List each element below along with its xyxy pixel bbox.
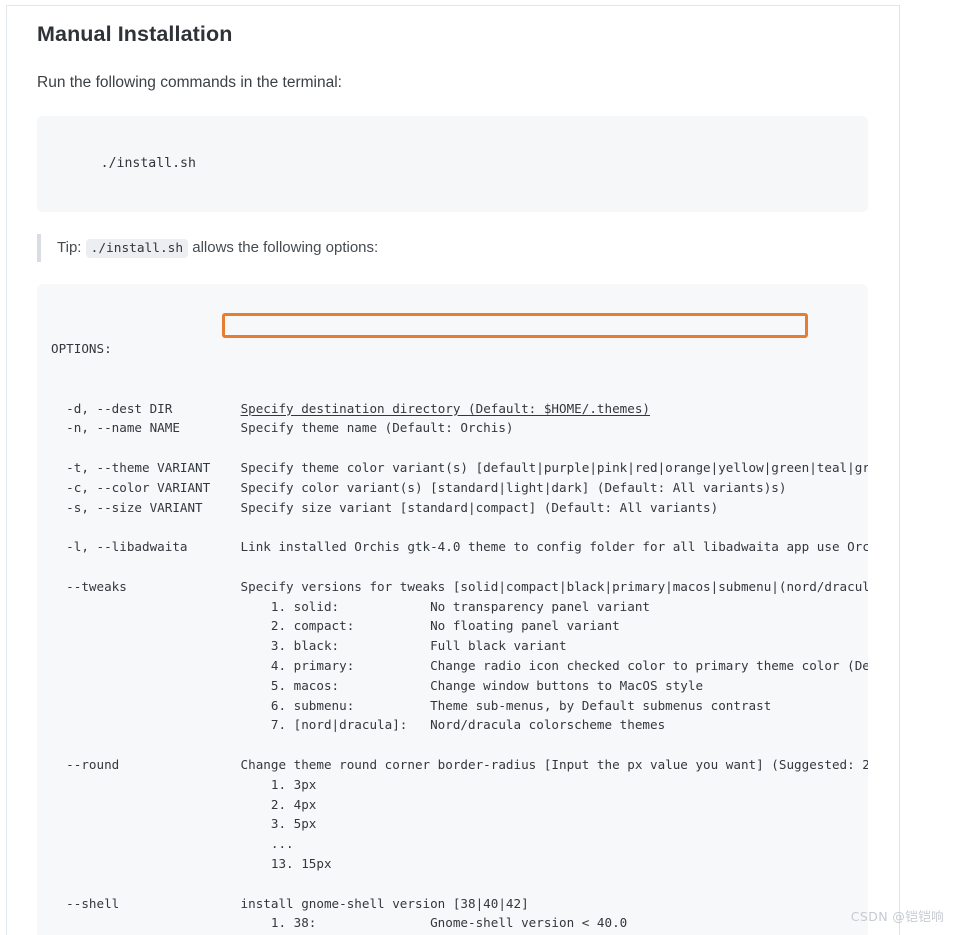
option-line bbox=[51, 735, 868, 755]
article-frame-top-border bbox=[6, 5, 900, 6]
csdn-watermark: CSDN @铠铠响 bbox=[850, 909, 944, 924]
option-line bbox=[51, 517, 868, 537]
option-line bbox=[51, 438, 868, 458]
tip-suffix-label: allows the following options: bbox=[192, 238, 379, 256]
page-root: Manual Installation Run the following co… bbox=[0, 0, 964, 935]
option-line: ... bbox=[51, 836, 294, 852]
option-line: 2. compact: No floating panel variant bbox=[51, 618, 620, 634]
tip-blockquote: Tip: ./install.sh allows the following o… bbox=[37, 233, 868, 262]
option-line: -d, --dest DIR Specify destination direc… bbox=[51, 399, 868, 419]
options-help-output-block[interactable]: OPTIONS: -d, --dest DIR Specify destinat… bbox=[37, 283, 868, 935]
option-line: 6. submenu: Theme sub-menus, by Default … bbox=[51, 697, 772, 713]
option-line: 2. 4px bbox=[51, 796, 317, 812]
option-line: 3. 5px bbox=[51, 816, 317, 832]
install-command-text: ./install.sh bbox=[100, 156, 196, 172]
option-line: -t, --theme VARIANT Specify theme color … bbox=[66, 460, 868, 476]
tip-inline-code: ./install.sh bbox=[85, 238, 189, 258]
option-flag: -d, --dest DIR bbox=[51, 400, 241, 416]
article-frame-left-border bbox=[6, 5, 7, 935]
option-line: 3. black: Full black variant bbox=[51, 638, 567, 654]
option-line bbox=[51, 874, 868, 894]
option-line: --tweaks Specify versions for tweaks [so… bbox=[51, 578, 868, 594]
option-line: --shell install gnome-shell version [38|… bbox=[51, 895, 529, 911]
option-line bbox=[51, 557, 868, 577]
option-line: 4. primary: Change radio icon checked co… bbox=[270, 657, 868, 673]
options-lines-container: -d, --dest DIR Specify destination direc… bbox=[51, 399, 868, 935]
install-command-codeblock[interactable]: ./install.sh bbox=[37, 116, 868, 212]
option-line: 13. 15px bbox=[51, 855, 332, 871]
article-frame-right-border bbox=[899, 5, 900, 935]
article-content: Manual Installation Run the following co… bbox=[37, 22, 868, 935]
option-line: 1. solid: No transparency panel variant bbox=[51, 598, 650, 614]
option-line: --round Change theme round corner border… bbox=[51, 756, 868, 772]
option-line: -n, --name NAME Specify theme name (Defa… bbox=[51, 420, 514, 436]
option-line: -s, --size VARIANT Specify size variant … bbox=[51, 499, 719, 515]
option-line: -l, --libadwaita Link installed Orchis g… bbox=[51, 539, 868, 555]
option-line: 7. [nord|dracula]: Nord/dracula colorsch… bbox=[51, 717, 666, 733]
page-title: Manual Installation bbox=[37, 22, 233, 46]
option-line: 1. 3px bbox=[51, 776, 317, 792]
options-header-line: OPTIONS: bbox=[51, 341, 112, 357]
option-description-highlighted: Specify destination directory (Default: … bbox=[240, 400, 650, 416]
option-line: -c, --color VARIANT Specify color varian… bbox=[51, 479, 787, 495]
tip-prefix-label: Tip: bbox=[57, 238, 82, 256]
option-line: 1. 38: Gnome-shell version < 40.0 bbox=[51, 915, 628, 931]
option-line: 5. macos: Change window buttons to MacOS… bbox=[51, 677, 704, 693]
intro-paragraph: Run the following commands in the termin… bbox=[37, 74, 342, 91]
dest-option-highlight-box bbox=[222, 312, 808, 338]
